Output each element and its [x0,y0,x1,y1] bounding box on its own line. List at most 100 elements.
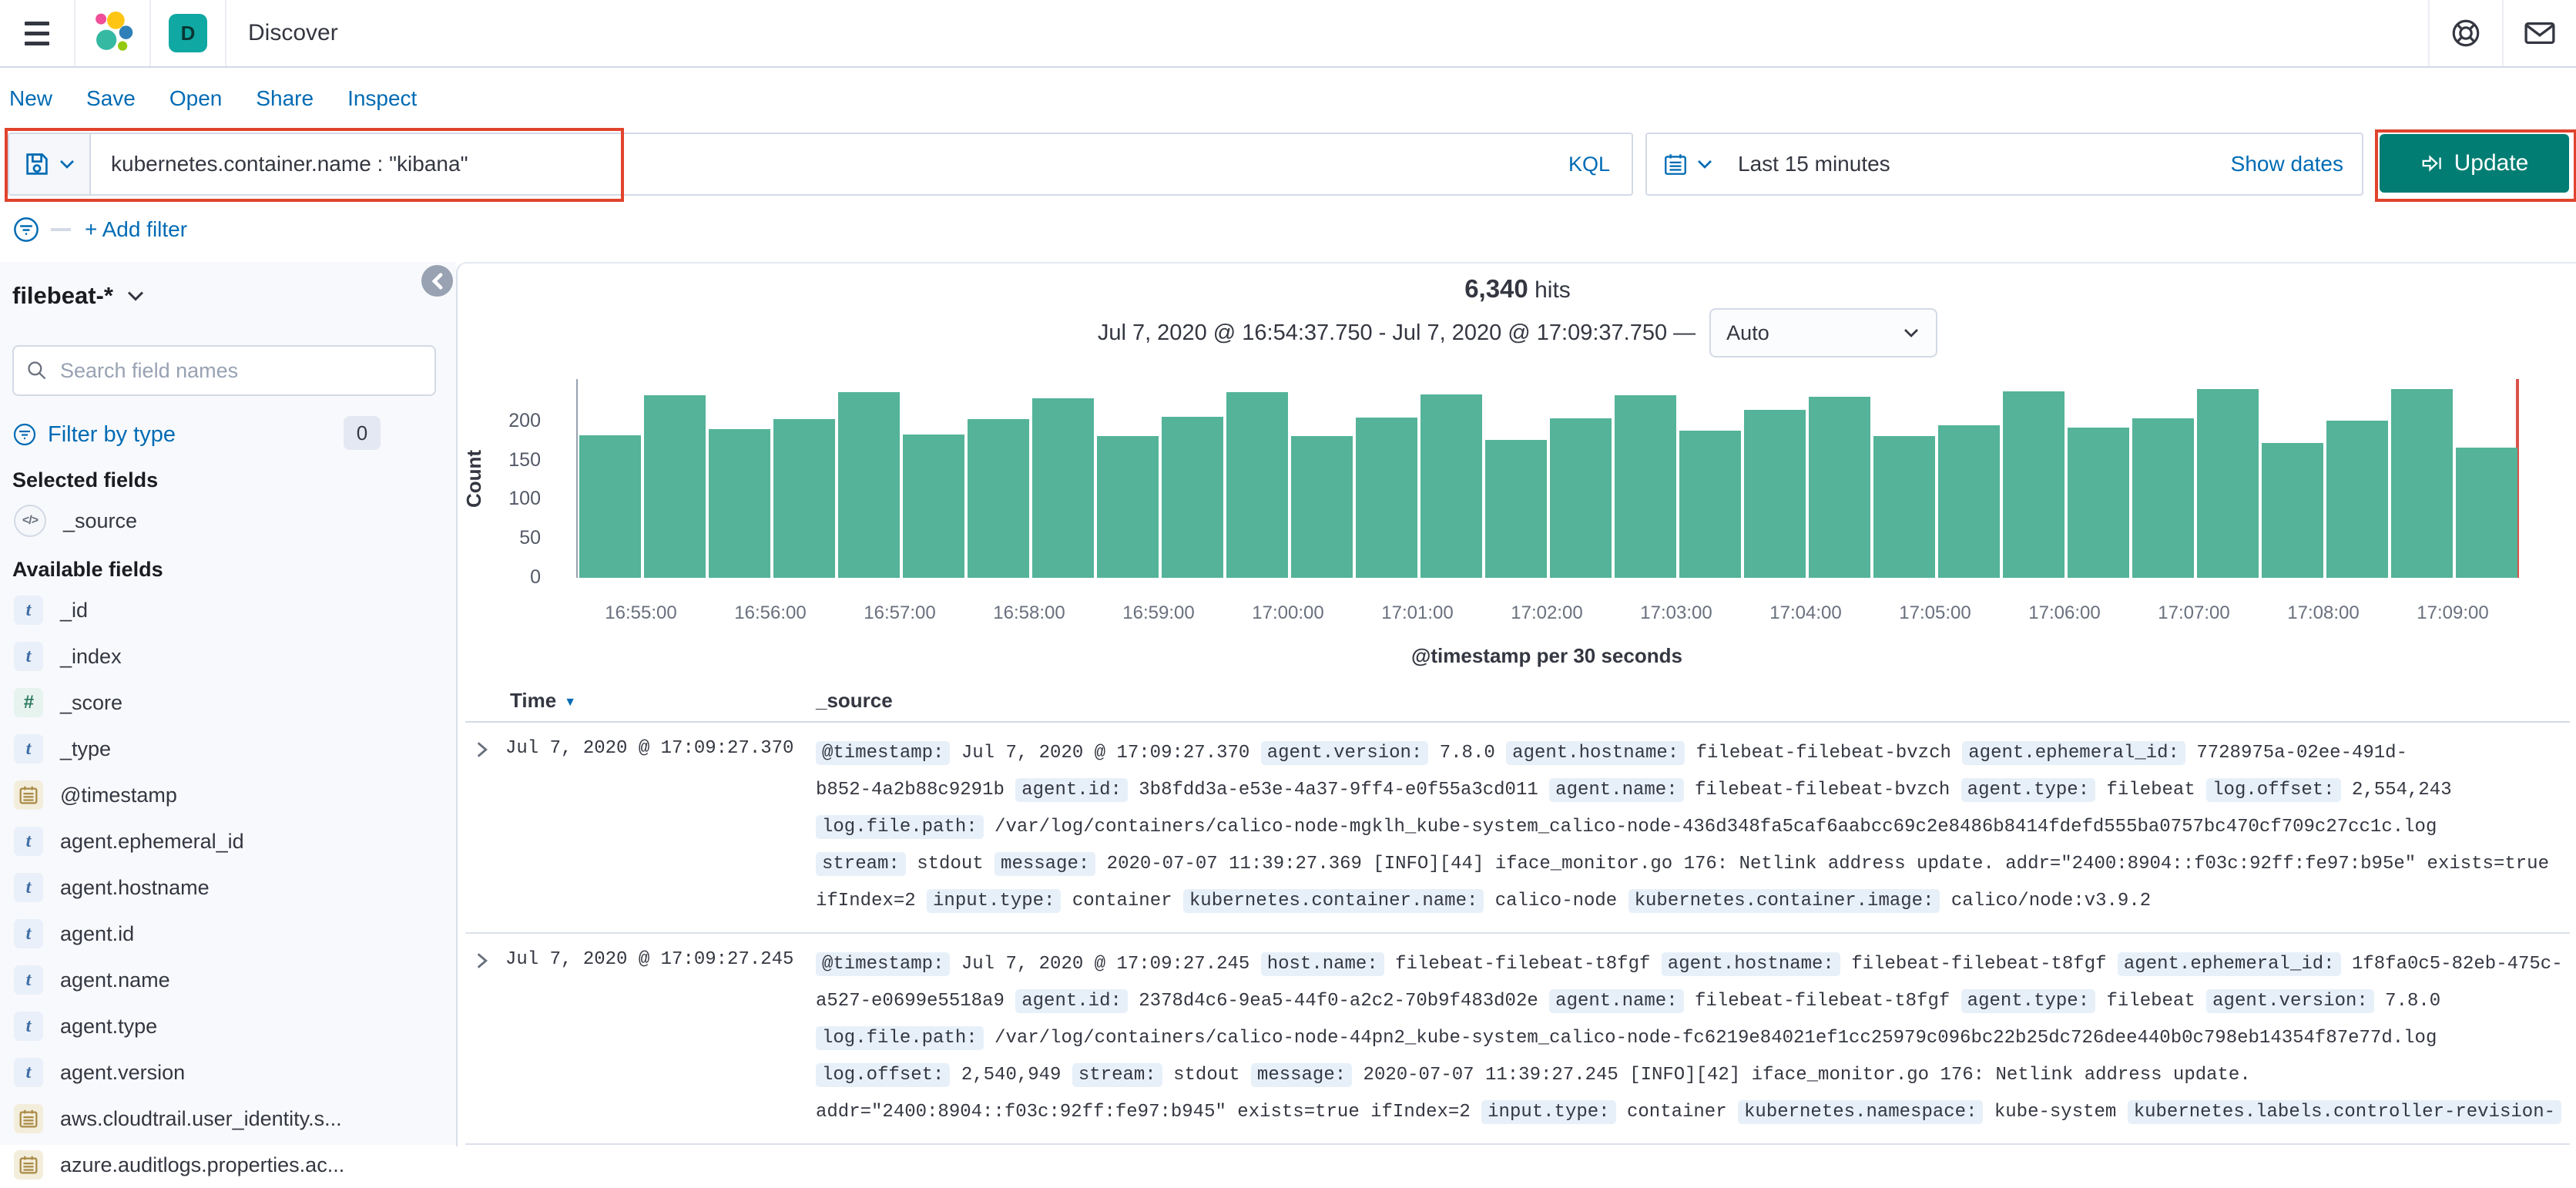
query-language-button[interactable]: KQL [1547,153,1632,176]
histogram-bar[interactable] [773,419,835,578]
space-badge[interactable]: D [169,14,207,52]
histogram-bar[interactable] [1485,440,1547,578]
field-name-pill: agent.id: [1015,778,1128,802]
toolbar-new-button[interactable]: New [9,86,52,111]
histogram-bar[interactable] [579,435,641,578]
field-item-_index[interactable]: t _index [0,633,456,680]
field-item-agent.id[interactable]: t agent.id [0,911,456,957]
histogram-plot[interactable] [576,379,2519,578]
histogram-bar[interactable] [968,419,1029,578]
x-tick-16:59:00: 16:59:00 [1122,602,1195,623]
field-item-@timestamp[interactable]: @timestamp [0,772,456,818]
field-item-agent.ephemeral_id[interactable]: t agent.ephemeral_id [0,818,456,864]
histogram-bar[interactable] [1938,425,2000,578]
add-filter-button[interactable]: + Add filter [85,217,187,242]
filter-by-type-row: Filter by type 0 [0,413,431,456]
field-item-agent.name[interactable]: t agent.name [0,957,456,1003]
histogram-bar[interactable] [2003,391,2064,578]
histogram-bar[interactable] [2326,421,2388,578]
time-column-header[interactable]: Time ▼ [510,689,576,713]
field-value-text: 7728975a-02ee-491d- [2185,743,2407,763]
field-name: _score [60,690,123,714]
field-name: _source [63,508,138,532]
histogram-bar[interactable] [2391,389,2453,578]
histogram-bar[interactable] [709,429,770,578]
query-bar[interactable]: kubernetes.container.name : "kibana" KQL [8,133,1633,196]
refresh-icon [2422,155,2441,172]
field-value-text: kube-system [1983,1102,2128,1123]
x-tick-17:01:00: 17:01:00 [1381,602,1454,623]
filter-by-type-button[interactable]: Filter by type [48,422,176,448]
histogram-bar[interactable] [1032,398,1094,578]
histogram-bar[interactable] [1809,397,1870,578]
mail-icon[interactable] [2504,0,2576,66]
field-search-input[interactable] [59,357,422,384]
hits-label: hits [1535,277,1571,303]
field-name-pill: @timestamp: [816,741,951,765]
histogram-bar[interactable] [2262,443,2323,578]
histogram-bar[interactable] [1291,436,1353,578]
field-item-azure.auditlogs.properties.ac...[interactable]: azure.auditlogs.properties.ac... [0,1142,456,1188]
histogram-bar[interactable] [1873,436,1935,578]
field-value-text: filebeat-filebeat-t8fgf [1683,991,1961,1012]
field-item-_id[interactable]: t _id [0,587,456,633]
collapse-sidebar-button[interactable] [421,265,453,297]
expand-row-icon[interactable] [473,951,490,971]
histogram-bar[interactable] [2456,448,2517,578]
x-tick-17:07:00: 17:07:00 [2158,602,2230,623]
histogram-bar[interactable] [644,395,706,578]
histogram-bar[interactable] [1356,418,1417,578]
time-range-value[interactable]: Last 15 minutes [1738,152,2231,176]
elastic-logo[interactable] [75,12,149,55]
histogram-bar[interactable] [2132,418,2194,578]
help-icon[interactable] [2430,0,2502,66]
saved-query-menu-button[interactable] [9,134,91,194]
field-item-_source[interactable]: </> _source [0,498,456,544]
histogram-bar[interactable] [1744,410,1806,578]
field-name-pill: kubernetes.container.name: [1182,889,1484,913]
field-item-agent.version[interactable]: t agent.version [0,1049,456,1096]
field-item-_score[interactable]: # _score [0,680,456,726]
query-input[interactable]: kubernetes.container.name : "kibana" [91,152,1547,176]
toolbar-open-button[interactable]: Open [169,86,223,111]
field-item-aws.cloudtrail.user_identity.s...[interactable]: aws.cloudtrail.user_identity.s... [0,1096,456,1142]
field-item-agent.hostname[interactable]: t agent.hostname [0,864,456,911]
toolbar-inspect-button[interactable]: Inspect [347,86,417,111]
field-item-_type[interactable]: t _type [0,726,456,772]
histogram-bar[interactable] [1420,394,1482,578]
histogram-bar[interactable] [1615,395,1676,578]
field-name: agent.version [60,1060,186,1084]
histogram-bar[interactable] [838,392,900,578]
update-button[interactable]: Update [2380,134,2569,193]
field-value-text: /var/log/containers/calico-node-mgklh_ku… [983,817,2437,837]
menu-icon[interactable] [0,0,74,66]
histogram-bar[interactable] [2068,428,2129,578]
toolbar-save-button[interactable]: Save [86,86,136,111]
filter-menu-icon[interactable] [12,216,40,243]
field-value-text: Jul 7, 2020 @ 17:09:27.245 [950,954,1261,975]
sort-descending-icon[interactable]: ▼ [564,696,576,709]
index-pattern-selector[interactable]: filebeat-* [0,262,456,310]
histogram-bar[interactable] [1679,431,1741,578]
histogram-bar[interactable] [2197,389,2259,578]
histogram-bar[interactable] [1550,418,1612,578]
toolbar-share-button[interactable]: Share [256,86,314,111]
date-field-icon [14,780,43,810]
show-dates-button[interactable]: Show dates [2231,152,2362,176]
field-item-agent.type[interactable]: t agent.type [0,1003,456,1049]
histogram-bar[interactable] [903,435,964,578]
table-rows: Jul 7, 2020 @ 17:09:27.370 @timestamp: Ju… [465,721,2570,1145]
expand-row-icon[interactable] [473,740,490,760]
date-picker-menu-button[interactable] [1647,151,1727,177]
table-row: Jul 7, 2020 @ 17:09:27.370 @timestamp: Ju… [465,723,2570,934]
histogram-bar[interactable] [1226,392,1288,578]
histogram-bar[interactable] [1162,417,1223,578]
field-name: azure.auditlogs.properties.ac... [60,1153,345,1176]
histogram-bar[interactable] [1097,436,1159,578]
available-fields-heading: Available fields [12,558,163,581]
filter-count-badge: 0 [344,416,381,450]
field-name-pill: kubernetes.namespace: [1738,1100,1984,1124]
index-pattern-name: filebeat-* [12,282,113,309]
field-value-text: filebeat-filebeat-t8fgf [1384,954,1662,975]
interval-select[interactable]: Auto [1709,308,1938,357]
